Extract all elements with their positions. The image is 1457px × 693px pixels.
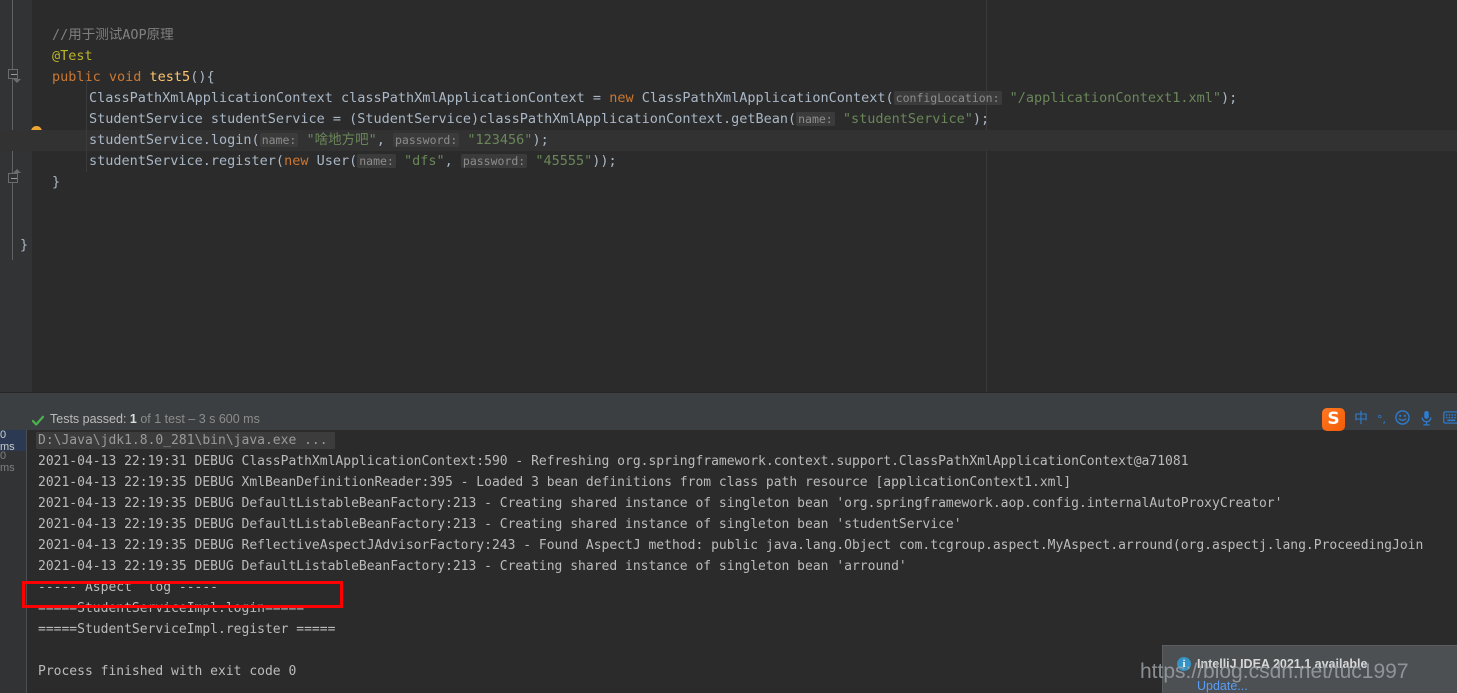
notification-title: IntelliJ IDEA 2021.1 available <box>1197 657 1368 671</box>
parameter-hint: name: <box>259 133 299 147</box>
console-time-marker: 0 ms <box>0 429 26 453</box>
code-token: public <box>52 69 109 85</box>
test-status-detail: of 1 test – 3 s 600 ms <box>136 412 260 426</box>
code-token: , <box>444 153 461 169</box>
indent-guide <box>86 80 87 172</box>
code-line[interactable]: studentService.register(new User(name: "… <box>89 151 617 172</box>
code-token: studentService.login( <box>89 132 260 148</box>
console-line[interactable]: =====StudentServiceImpl.register ===== <box>38 619 335 640</box>
code-token: void <box>108 69 150 85</box>
parameter-hint: password: <box>460 154 528 168</box>
code-token: studentService.register( <box>89 153 285 169</box>
code-token: "45555" <box>527 153 593 169</box>
console-line[interactable]: D:\Java\jdk1.8.0_281\bin\java.exe ... <box>38 430 328 451</box>
code-line[interactable]: } <box>52 172 60 193</box>
code-token: @Test <box>52 48 93 64</box>
console-line[interactable]: 2021-04-13 22:19:35 DEBUG DefaultListabl… <box>38 556 907 577</box>
parameter-hint: password: <box>392 133 460 147</box>
code-line[interactable]: @Test <box>52 46 93 67</box>
code-token: ); <box>972 111 990 127</box>
code-token: User( <box>316 153 358 169</box>
console-line[interactable]: 2021-04-13 22:19:35 DEBUG DefaultListabl… <box>38 514 962 535</box>
console-time-marker: 0 ms <box>0 449 15 474</box>
code-token: test5 <box>149 69 191 85</box>
code-token: ); <box>532 132 549 148</box>
console-line[interactable]: 2021-04-13 22:19:31 DEBUG ClassPathXmlAp… <box>38 451 1189 472</box>
console-time-gutter: 0 ms 0 ms <box>0 429 26 693</box>
parameter-hint: configLocation: <box>893 91 1002 105</box>
code-line[interactable]: //用于测试AOP原理 <box>52 25 174 46</box>
console-line[interactable]: ----- Aspect log ----- <box>38 577 218 598</box>
check-icon <box>32 415 44 427</box>
console-line[interactable]: 2021-04-13 22:19:35 DEBUG ReflectiveAspe… <box>38 535 1423 556</box>
code-token: "123456" <box>459 132 533 148</box>
code-token: ClassPathXmlApplicationContext( <box>641 90 894 106</box>
console-line[interactable]: 2021-04-13 22:19:35 DEBUG DefaultListabl… <box>38 493 1282 514</box>
code-token: "dfs" <box>395 153 445 169</box>
parameter-hint: name: <box>357 154 396 168</box>
ide-window: //用于测试AOP原理 @Test public void test5(){ Clas… <box>0 0 1457 693</box>
code-line[interactable]: StudentService studentService = (Student… <box>89 109 989 130</box>
code-line[interactable]: public void test5(){ <box>52 67 215 88</box>
code-line[interactable]: ClassPathXmlApplicationContext classPath… <box>89 88 1237 109</box>
code-token: new <box>609 90 642 106</box>
chinese-mode-icon[interactable]: 中 <box>1354 412 1368 426</box>
code-token: new <box>284 153 317 169</box>
update-link[interactable]: Update... <box>1197 679 1248 693</box>
code-token: } <box>20 237 29 253</box>
console-line[interactable]: Process finished with exit code 0 <box>38 661 296 682</box>
code-token: )); <box>592 153 617 169</box>
punctuation-mode-icon[interactable]: °, <box>1377 414 1386 425</box>
ime-toolbar[interactable]: S 中 °, <box>1322 406 1457 432</box>
parameter-hint: name: <box>796 112 835 126</box>
code-text[interactable]: //用于测试AOP原理 @Test public void test5(){ Clas… <box>0 0 1457 392</box>
code-line[interactable]: } <box>20 235 28 256</box>
code-token: "studentService" <box>834 111 973 127</box>
code-token: "/applicationContext1.xml" <box>1001 90 1221 106</box>
test-status-count: 1 <box>129 412 137 426</box>
emoji-icon[interactable] <box>1395 410 1410 428</box>
code-token: , <box>376 132 393 148</box>
console-line[interactable]: =====StudentServiceImpl.login===== <box>38 598 304 619</box>
code-token: ClassPathXmlApplicationContext classPath… <box>89 90 593 106</box>
code-token: "啥地方吧" <box>298 132 377 148</box>
code-token: = <box>592 90 610 106</box>
update-notification[interactable]: i IntelliJ IDEA 2021.1 available Update.… <box>1162 645 1457 693</box>
code-line[interactable]: studentService.login(name: "啥地方吧", passw… <box>89 130 549 151</box>
info-icon: i <box>1177 657 1191 671</box>
keyboard-icon[interactable] <box>1443 411 1457 427</box>
microphone-icon[interactable] <box>1419 410 1434 429</box>
console-line[interactable]: 2021-04-13 22:19:35 DEBUG XmlBeanDefinit… <box>38 472 1071 493</box>
test-status-bar: Tests passed: 1 of 1 test – 3 s 600 ms <box>0 393 1457 430</box>
code-token: ); <box>1220 90 1238 106</box>
sogou-logo-icon[interactable]: S <box>1322 407 1345 431</box>
code-token: } <box>52 174 61 190</box>
code-token: StudentService studentService = (Student… <box>89 111 797 127</box>
code-token: (){ <box>190 69 215 85</box>
test-status-text: Tests passed: 1 of 1 test – 3 s 600 ms <box>50 412 260 426</box>
test-status-label: Tests passed: <box>50 412 130 426</box>
code-token: //用于测试AOP原理 <box>52 27 174 43</box>
code-editor[interactable]: //用于测试AOP原理 @Test public void test5(){ Clas… <box>0 0 1457 392</box>
